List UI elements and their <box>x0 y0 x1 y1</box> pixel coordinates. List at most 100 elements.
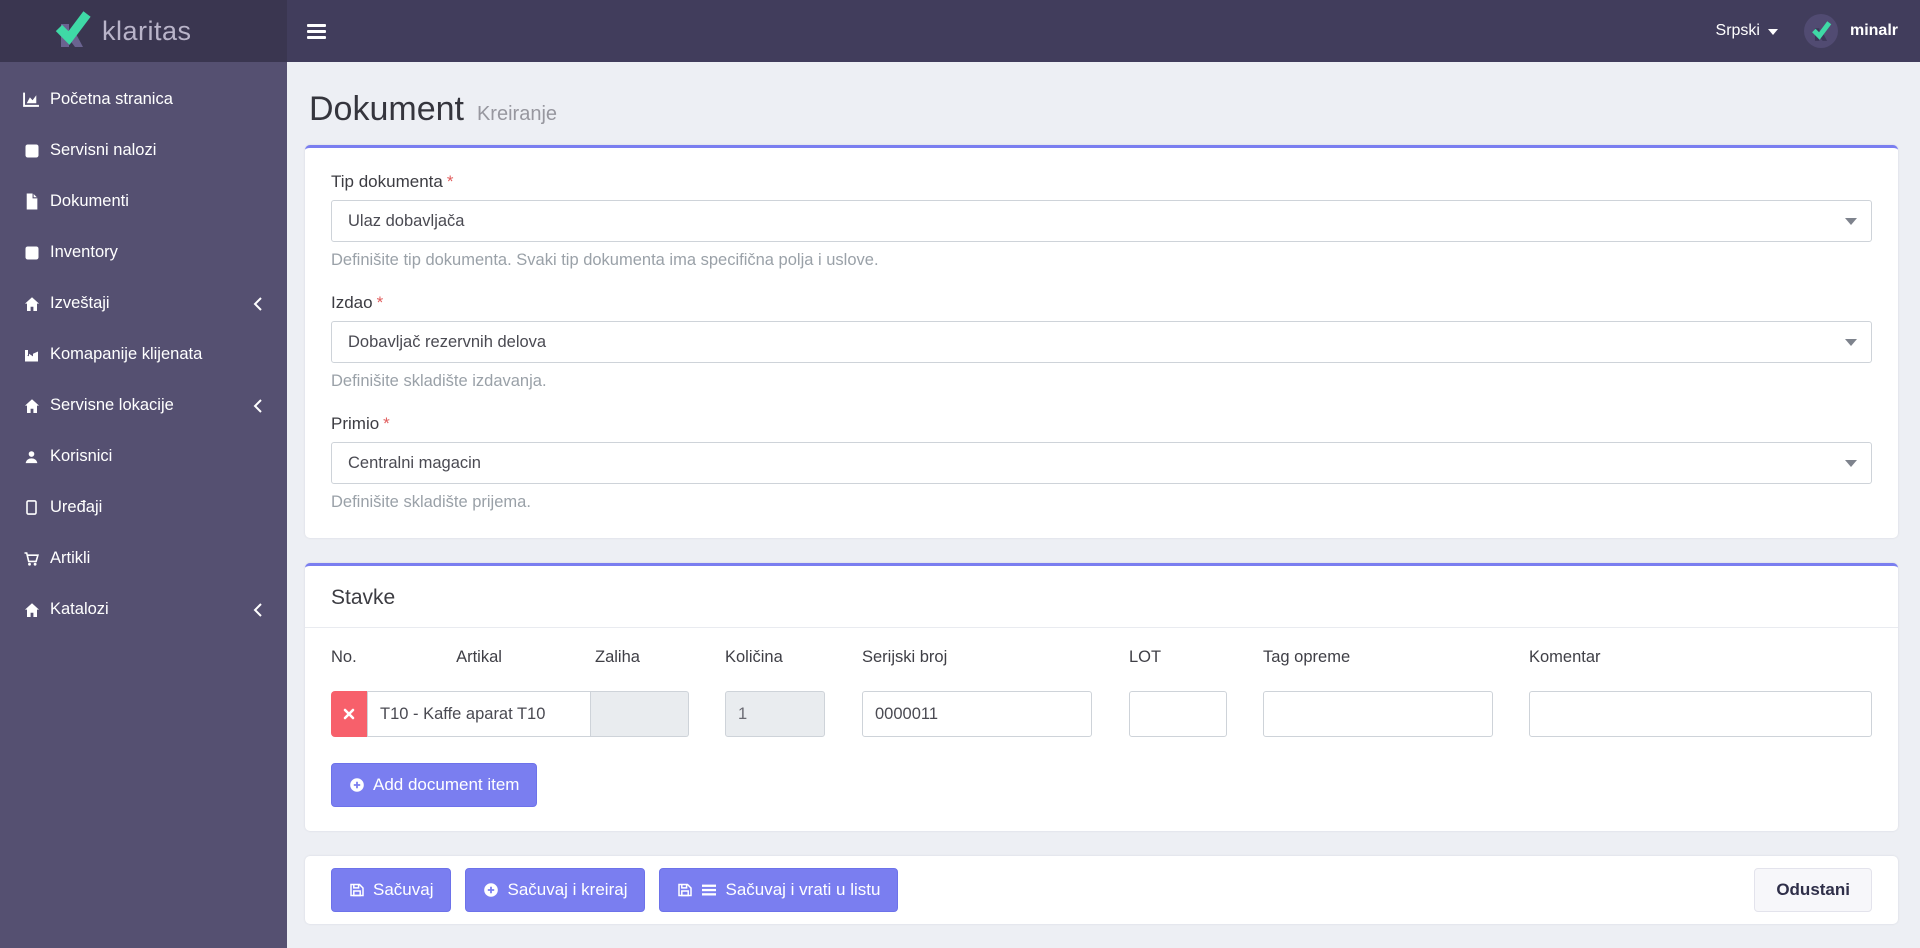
plus-circle-icon <box>484 883 499 897</box>
sidebar-item-korisnici[interactable]: Korisnici <box>0 431 287 482</box>
user-menu[interactable]: minalr <box>1803 14 1898 48</box>
sidebar-item-servisni-nalozi[interactable]: Servisni nalozi <box>0 125 287 176</box>
sidebar-item-label: Uređaji <box>50 498 103 516</box>
field-helper-text: Definišite skladište izdavanja. <box>331 372 547 390</box>
field-label: Izdao * <box>331 293 384 312</box>
column-komentar: Komentar <box>1529 648 1601 666</box>
zaliha-field <box>591 691 689 737</box>
required-asterisk: * <box>383 414 390 433</box>
chevron-left-icon <box>253 398 263 413</box>
sidebar-item-artikli[interactable]: Artikli <box>0 533 287 584</box>
topbar: klaritas Srpski minalr <box>0 0 1920 62</box>
selected-value: Dobavljač rezervnih delova <box>348 332 547 351</box>
hamburger-menu-icon[interactable] <box>307 11 347 51</box>
cancel-button-label: Odustani <box>1776 880 1850 899</box>
sidebar-item-izvestaji[interactable]: Izveštaji <box>0 278 287 329</box>
items-card: Stavke No. Artikal Zaliha Količina Serij… <box>305 563 1898 831</box>
save-icon <box>678 883 693 897</box>
chevron-left-icon <box>253 296 263 311</box>
table-row <box>331 691 1872 737</box>
field-label: Tip dokumenta * <box>331 172 454 191</box>
language-label: Srpski <box>1715 22 1760 39</box>
column-tag-opreme: Tag opreme <box>1263 648 1351 666</box>
sidebar-item-komapanije-klijenata[interactable]: Komapanije klijenata <box>0 329 287 380</box>
avatar <box>1803 14 1838 48</box>
main-content: Dokument Kreiranje Tip dokumenta * Ulaz d… <box>287 62 1920 948</box>
home-icon <box>22 397 41 414</box>
cart-icon <box>22 550 41 567</box>
brand-name: klaritas <box>102 15 192 46</box>
selected-value: Centralni magacin <box>348 453 481 472</box>
industry-icon <box>22 346 41 363</box>
kolicina-field <box>725 691 825 737</box>
serijski-broj-input[interactable] <box>862 691 1092 737</box>
plus-circle-icon <box>350 778 364 792</box>
delete-item-button[interactable] <box>331 691 367 737</box>
username: minalr <box>1849 22 1898 39</box>
sidebar-item-label: Servisne lokacije <box>50 396 174 414</box>
items-section-title: Stavke <box>331 586 396 609</box>
home-icon <box>22 601 41 618</box>
save-button[interactable]: Sačuvaj <box>331 868 452 912</box>
close-icon <box>343 708 355 720</box>
izdao-select[interactable]: Dobavljač rezervnih delova <box>331 321 1872 363</box>
sidebar-item-label: Dokumenti <box>50 192 129 210</box>
sidebar-item-label: Izveštaji <box>50 294 110 312</box>
file-icon <box>22 193 41 210</box>
brand[interactable]: klaritas <box>0 0 287 62</box>
page-subtitle: Kreiranje <box>476 103 558 125</box>
caret-down-icon <box>1845 339 1857 346</box>
column-kolicina: Količina <box>725 648 783 666</box>
save-and-back-to-list-button[interactable]: Sačuvaj i vrati u listu <box>659 868 899 912</box>
komentar-input[interactable] <box>1529 691 1872 737</box>
field-label: Primio * <box>331 414 390 433</box>
add-document-item-button[interactable]: Add document item <box>331 763 538 807</box>
list-icon <box>702 884 717 896</box>
sidebar-item-label: Artikli <box>50 549 91 567</box>
chart-area-icon <box>22 91 41 108</box>
document-form-card: Tip dokumenta * Ulaz dobavljača Definišit… <box>305 145 1898 538</box>
save-and-back-label: Sačuvaj i vrati u listu <box>725 880 881 899</box>
required-asterisk: * <box>376 293 384 312</box>
language-dropdown[interactable]: Srpski <box>1716 22 1778 40</box>
sidebar-item-label: Korisnici <box>50 447 113 465</box>
klaritas-logo-icon <box>52 9 92 54</box>
cancel-button[interactable]: Odustani <box>1754 868 1872 912</box>
sidebar-item-uredjaji[interactable]: Uređaji <box>0 482 287 533</box>
field-izdao: Izdao * Dobavljač rezervnih delova Defini… <box>331 293 1872 391</box>
tablet-icon <box>22 499 41 516</box>
field-helper-text: Definišite skladište prijema. <box>331 493 531 511</box>
sidebar-item-pocetna-stranica[interactable]: Početna stranica <box>0 74 287 125</box>
square-icon <box>22 244 41 261</box>
caret-down-icon <box>1767 29 1778 35</box>
tag-opreme-input[interactable] <box>1263 691 1493 737</box>
column-zaliha: Zaliha <box>595 648 640 666</box>
field-primio: Primio * Centralni magacin Definišite skl… <box>331 414 1872 512</box>
save-and-create-button[interactable]: Sačuvaj i kreiraj <box>465 868 646 912</box>
sidebar-item-servisne-lokacije[interactable]: Servisne lokacije <box>0 380 287 431</box>
sidebar-item-dokumenti[interactable]: Dokumenti <box>0 176 287 227</box>
add-button-label: Add document item <box>373 775 520 794</box>
chevron-left-icon <box>253 602 263 617</box>
primio-select[interactable]: Centralni magacin <box>331 442 1872 484</box>
column-no: No. <box>331 648 357 666</box>
sidebar-item-label: Inventory <box>50 243 118 261</box>
artikal-input[interactable] <box>367 691 591 737</box>
sidebar: Početna stranica Servisni nalozi Dokumen… <box>0 62 287 948</box>
sidebar-item-inventory[interactable]: Inventory <box>0 227 287 278</box>
save-icon <box>350 883 364 897</box>
caret-down-icon <box>1845 218 1857 225</box>
sidebar-item-katalozi[interactable]: Katalozi <box>0 584 287 635</box>
column-serijski-broj: Serijski broj <box>862 648 948 666</box>
field-helper-text: Definišite tip dokumenta. Svaki tip doku… <box>331 251 879 269</box>
page-head: Dokument Kreiranje <box>309 90 1898 129</box>
home-icon <box>22 295 41 312</box>
user-icon <box>22 448 41 465</box>
sidebar-item-label: Početna stranica <box>50 90 173 108</box>
selected-value: Ulaz dobavljača <box>348 211 465 230</box>
sidebar-item-label: Komapanije klijenata <box>50 345 203 363</box>
column-artikal: Artikal <box>456 648 502 666</box>
tip-dokumenta-select[interactable]: Ulaz dobavljača <box>331 200 1872 242</box>
save-button-label: Sačuvaj <box>373 880 434 899</box>
lot-input[interactable] <box>1129 691 1227 737</box>
